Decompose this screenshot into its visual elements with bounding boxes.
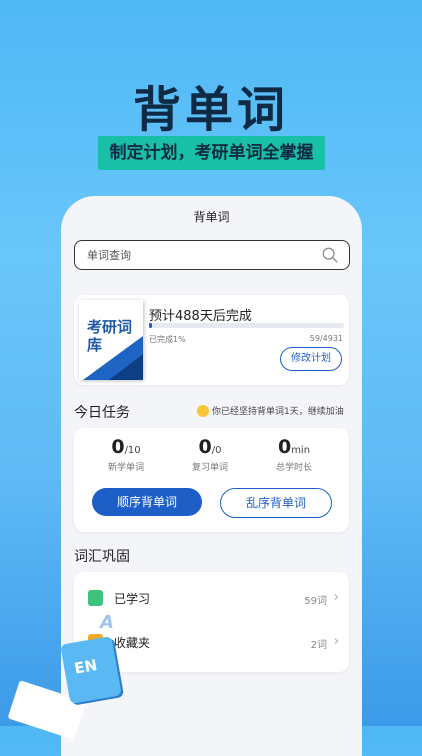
stat-unit: /10 [124, 445, 141, 456]
done-percent: 已完成1% [149, 335, 186, 344]
list-item-learned[interactable]: 已学习 59词 › [74, 576, 349, 620]
book-cover[interactable]: 考研词库 [79, 300, 143, 380]
stat-unit: /0 [211, 445, 222, 456]
page-title: 背单词 [193, 210, 230, 224]
list-item-count: 59词 [304, 596, 327, 607]
progress-fill [149, 323, 152, 328]
chevron-right-icon: › [333, 634, 339, 649]
progress-bar [149, 323, 344, 328]
hero-subtitle: 制定计划，考研单词全掌握 [98, 136, 325, 170]
hero-title: 背单词 [132, 82, 289, 138]
progress-count: 59/4931 [309, 334, 343, 343]
stat-label: 总学时长 [275, 463, 312, 473]
chevron-right-icon: › [333, 590, 339, 605]
stat-unit: min [291, 445, 311, 456]
streak-tip-text: 你已经坚持背单词1天，继续加油 [212, 407, 344, 417]
sequential-study-button[interactable]: 顺序背单词 [92, 488, 202, 516]
plan-estimate: 预计488天后完成 [149, 309, 252, 324]
search-placeholder: 单词查询 [87, 249, 131, 262]
random-study-button[interactable]: 乱序背单词 [220, 488, 332, 518]
streak-tip: 你已经坚持背单词1天，继续加油 [197, 404, 344, 418]
stat-label: 新学单词 [107, 463, 144, 473]
search-icon[interactable] [321, 246, 339, 264]
stat-new-words: 0/10 新学单词 [86, 436, 166, 473]
edit-plan-button[interactable]: 修改计划 [280, 347, 342, 371]
stat-value: 0 [111, 436, 125, 458]
today-task-title: 今日任务 [74, 405, 130, 421]
list-item-count: 2词 [310, 640, 327, 651]
task-card: 0/10 新学单词 0/0 复习单词 0min 总学时长 顺序背单词 乱序背单词 [74, 428, 349, 532]
list-item-label: 收藏夹 [114, 636, 151, 650]
smile-icon [197, 404, 209, 417]
stat-value: 0 [277, 436, 292, 458]
list-item-label: 已学习 [114, 592, 151, 606]
deco-book-icon: EN [60, 635, 122, 705]
vocab-section-title: 词汇巩固 [74, 549, 130, 565]
stat-value: 0 [198, 436, 212, 458]
stat-review-words: 0/0 复习单词 [170, 436, 250, 473]
deco-book-label: EN [72, 656, 99, 678]
search-input[interactable]: 单词查询 [74, 240, 350, 270]
stat-label: 复习单词 [191, 463, 228, 473]
plan-card: 考研词库 预计488天后完成 已完成1% 59/4931 修改计划 [74, 295, 349, 385]
learned-icon [88, 590, 103, 606]
stat-study-time: 0min 总学时长 [254, 436, 334, 473]
deco-letter: A [100, 612, 114, 633]
